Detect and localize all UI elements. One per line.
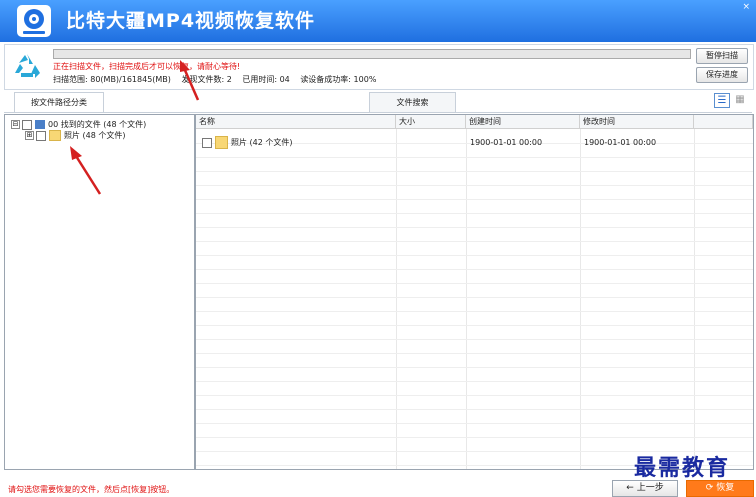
expand-icon[interactable]: ⊞ (25, 131, 34, 140)
row-line (196, 409, 753, 410)
list-view-icon[interactable]: ☰ (714, 93, 730, 108)
title-bar: 比特大疆MP4视频恢复软件 × (0, 0, 756, 42)
column-divider (694, 129, 695, 469)
recycle-icon (15, 54, 40, 78)
footer-hint: 请勾选您需要恢复的文件，然后点[恢复]按钮。 (8, 485, 175, 494)
column-header-name[interactable]: 名称 (196, 115, 396, 129)
row-line (196, 437, 753, 438)
file-modified: 1900-01-01 00:00 (584, 138, 657, 147)
row-line (196, 353, 753, 354)
row-line (196, 367, 753, 368)
recover-button[interactable]: ⟳ 恢复 (686, 480, 754, 497)
table-row[interactable]: 照片 (42 个文件) (202, 136, 293, 150)
row-line (196, 227, 753, 228)
close-button[interactable]: × (742, 2, 750, 12)
row-line (196, 269, 753, 270)
row-line (196, 395, 753, 396)
app-logo-icon (17, 5, 51, 37)
column-divider (466, 129, 467, 469)
elapsed-time: 已用时间: 04 (242, 75, 290, 84)
tree-item-photos[interactable]: ⊞ 照片 (48 个文件) (25, 130, 126, 141)
row-line (196, 157, 753, 158)
tree-checkbox[interactable] (36, 130, 46, 141)
view-tabs: 按文件路径分类 文件搜索 ☰ ▦ (4, 90, 752, 113)
file-created: 1900-01-01 00:00 (470, 138, 543, 147)
row-line (196, 241, 753, 242)
scan-message: 正在扫描文件，扫描完成后才可以恢复，请耐心等待! (53, 62, 241, 71)
column-header-created[interactable]: 创建时间 (466, 115, 580, 129)
scan-status-panel: 正在扫描文件，扫描完成后才可以恢复，请耐心等待! 扫描范围: 80(MB)/16… (4, 44, 754, 90)
column-header-size[interactable]: 大小 (396, 115, 466, 129)
row-line (196, 255, 753, 256)
drive-icon (35, 120, 45, 129)
file-list: 名称 大小 创建时间 修改时间 照片 (42 个文件) 1900-01-01 0… (195, 114, 754, 470)
folder-icon (215, 136, 228, 149)
watermark: 最需教育 (634, 455, 731, 481)
pause-scan-button[interactable]: 暂停扫描 (696, 48, 748, 64)
tree-item-found-files[interactable]: ⊟ 00 找到的文件 (48 个文件) (11, 119, 146, 130)
column-header-extra (694, 115, 753, 129)
row-line (196, 185, 753, 186)
app-title: 比特大疆MP4视频恢复软件 (66, 10, 316, 32)
row-line (196, 297, 753, 298)
row-checkbox[interactable] (202, 137, 212, 148)
tab-by-path[interactable]: 按文件路径分类 (14, 92, 104, 112)
column-header-modified[interactable]: 修改时间 (580, 115, 694, 129)
tree-item-label: 照片 (48 个文件) (64, 131, 126, 140)
save-progress-button[interactable]: 保存进度 (696, 67, 748, 83)
collapse-icon[interactable]: ⊟ (11, 120, 20, 129)
row-line (196, 381, 753, 382)
prev-step-button[interactable]: ← 上一步 (612, 480, 678, 497)
row-line (196, 213, 753, 214)
row-line (196, 311, 753, 312)
scan-progress-bar (53, 49, 691, 59)
found-files-count: 发现文件数: 2 (181, 75, 232, 84)
folder-icon (49, 130, 61, 141)
column-divider (580, 129, 581, 469)
column-divider (396, 129, 397, 469)
row-line (196, 423, 753, 424)
row-line (196, 339, 753, 340)
file-name: 照片 (42 个文件) (231, 138, 293, 147)
row-line (196, 171, 753, 172)
grid-view-icon[interactable]: ▦ (733, 93, 747, 106)
row-line (196, 283, 753, 284)
tree-checkbox[interactable] (22, 119, 32, 130)
row-line (196, 325, 753, 326)
read-success-rate: 读设备成功率: 100% (300, 75, 377, 84)
row-line (196, 199, 753, 200)
scan-range: 扫描范围: 80(MB)/161845(MB) (53, 75, 171, 84)
scan-info: 扫描范围: 80(MB)/161845(MB) 发现文件数: 2 已用时间: 0… (53, 74, 384, 85)
folder-tree: ⊟ 00 找到的文件 (48 个文件) ⊞ 照片 (48 个文件) (4, 114, 195, 470)
tab-file-search[interactable]: 文件搜索 (369, 92, 456, 112)
tree-item-label: 00 找到的文件 (48 个文件) (48, 120, 147, 129)
